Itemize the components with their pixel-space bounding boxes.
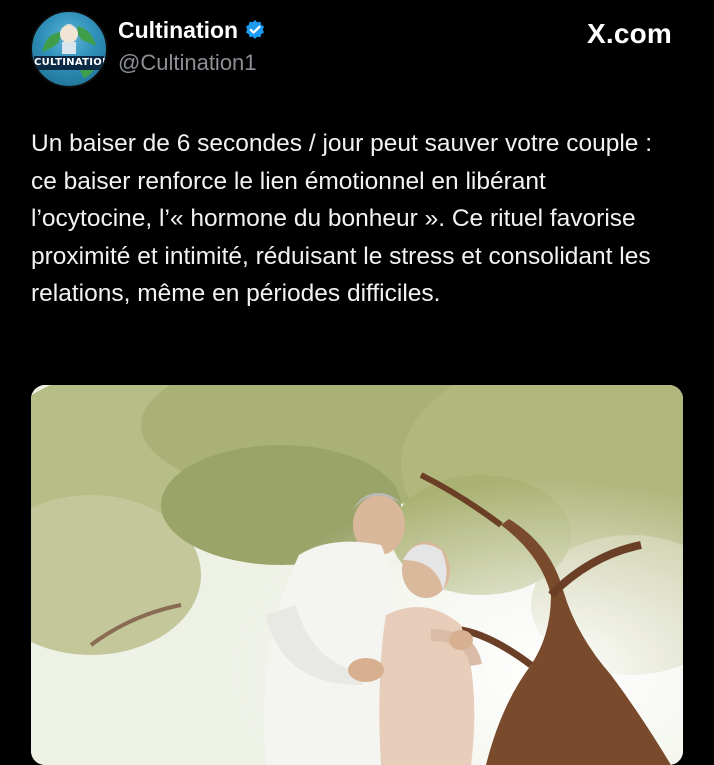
couple-kissing-under-tree-image [31,385,683,765]
name-row: Cultination [118,16,266,44]
globe-illustration-icon [42,24,96,78]
tweet-header: CULTINATION Cultination @Cultination1 X.… [0,0,714,100]
avatar[interactable]: CULTINATION [30,10,108,88]
handle[interactable]: @Cultination1 [118,50,257,76]
tweet-image[interactable] [31,385,683,765]
tweet-text: Un baiser de 6 secondes / jour peut sauv… [31,130,653,307]
avatar-label: CULTINATION [34,56,108,70]
site-label: X.com [586,18,672,49]
display-name[interactable]: Cultination [118,17,238,44]
verified-badge-icon [244,19,266,41]
